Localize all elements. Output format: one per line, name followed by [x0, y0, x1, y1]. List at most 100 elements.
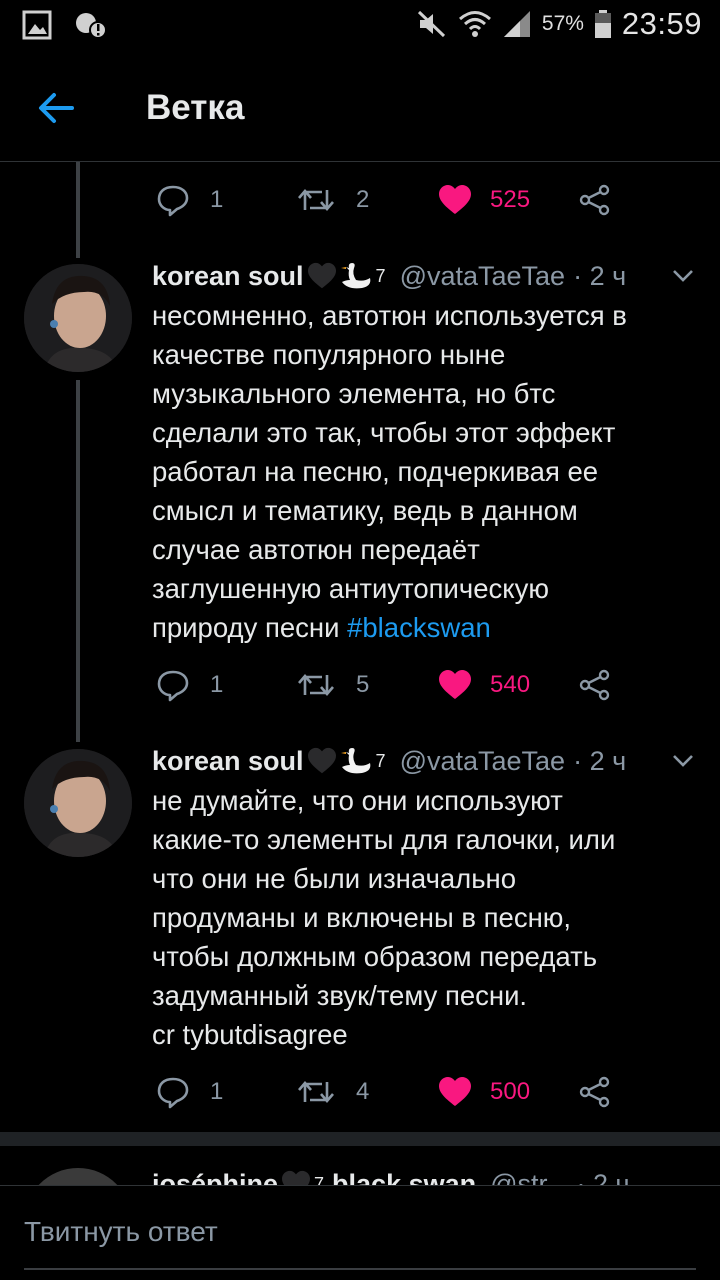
battery-icon — [594, 10, 611, 38]
share-button[interactable] — [578, 665, 612, 705]
text-line: не думайте, что они используют — [152, 785, 563, 816]
text-line: что они не были изначально — [152, 863, 517, 894]
reply-count: 1 — [210, 1078, 224, 1105]
text-line: cr tybutdisagree — [152, 1019, 348, 1050]
like-count: 500 — [490, 1078, 531, 1105]
tweet-text: не думайте, что они используют какие-то … — [152, 781, 697, 1054]
username[interactable]: @vataTaeTae — [400, 746, 566, 777]
tweet-actions: 1 2 525 — [156, 180, 626, 220]
text-segment: природу песни — [152, 612, 340, 643]
heart-filled-icon — [439, 185, 471, 214]
retweet-button[interactable]: 4 — [296, 1072, 369, 1112]
tweet-header: korean soul 7 @vataTaeTae · 2 ч — [152, 258, 696, 294]
retweet-icon — [298, 674, 334, 696]
retweet-count: 2 — [356, 186, 370, 213]
retweet-count: 4 — [356, 1078, 370, 1105]
reply-button[interactable]: 1 — [156, 180, 223, 220]
reply-icon — [157, 670, 189, 702]
reply-button[interactable]: 1 — [156, 1072, 223, 1112]
text-line: смысл и тематику, ведь в данном — [152, 495, 578, 526]
share-icon — [579, 1076, 610, 1108]
back-arrow-icon[interactable] — [36, 88, 76, 128]
battery-percent: 57% — [541, 12, 584, 35]
reply-button[interactable]: 1 — [156, 665, 223, 705]
like-button[interactable]: 500 — [438, 1072, 530, 1112]
reply-icon — [157, 185, 189, 217]
tweet-actions: 1 5 540 — [156, 665, 626, 705]
reply-composer: Твитнуть ответ — [0, 1185, 720, 1280]
badge-number: 7 — [375, 750, 386, 771]
username[interactable]: @vataTaeTae — [400, 261, 566, 292]
badge-number: 7 — [314, 1173, 325, 1186]
signal-icon — [503, 11, 530, 37]
heart-filled-icon — [439, 670, 471, 699]
tweet-text: несомненно, автотюн используется в качес… — [152, 296, 697, 647]
swan-icon — [340, 748, 370, 774]
username[interactable]: @str... — [490, 1169, 568, 1186]
swan-icon — [340, 263, 370, 289]
black-heart-icon — [307, 747, 336, 774]
text-line: заглушенную антиутопическую — [152, 573, 549, 604]
display-name[interactable]: korean soul — [152, 746, 304, 777]
share-button[interactable] — [578, 180, 612, 220]
reply-input[interactable]: Твитнуть ответ — [24, 1216, 696, 1248]
avatar-image — [24, 264, 132, 372]
retweet-icon — [298, 1081, 334, 1103]
badge-number: 7 — [375, 265, 386, 286]
timestamp: · 2 ч — [573, 745, 627, 776]
avatar[interactable] — [24, 1168, 132, 1185]
avatar[interactable] — [24, 264, 132, 372]
clock: 23:59 — [621, 6, 702, 41]
page-title: Ветка — [146, 88, 245, 127]
tweet[interactable]: korean soul 7 @vataTaeTae · 2 ч не думай… — [0, 743, 720, 1123]
text-line: продуманы и включены в песню, — [152, 902, 572, 933]
notification-alert-icon — [76, 13, 107, 39]
share-icon — [579, 669, 610, 701]
mute-icon — [417, 10, 445, 38]
display-name[interactable]: joséphine — [152, 1169, 278, 1186]
status-bar: 57% 23:59 — [0, 0, 720, 52]
input-underline — [24, 1268, 696, 1270]
avatar[interactable] — [24, 749, 132, 857]
retweet-button[interactable]: 5 — [296, 665, 369, 705]
black-heart-icon — [282, 1170, 311, 1185]
reply-count: 1 — [210, 186, 224, 213]
tweet-header: joséphine 7 black swan @str... · 2 ч — [152, 1166, 696, 1185]
text-line: задуманный звук/тему песни. — [152, 980, 528, 1011]
text-line: чтобы должным образом передать — [152, 941, 598, 972]
text-line: качестве популярного ныне — [152, 339, 506, 370]
text-line: случае автотюн передаёт — [152, 534, 480, 565]
share-button[interactable] — [578, 1072, 612, 1112]
tweet-actions: 1 4 500 — [156, 1072, 626, 1112]
text-line: несомненно, автотюн используется в — [152, 300, 627, 331]
thread-connector-line — [76, 162, 80, 258]
display-name-extra: black swan — [332, 1168, 477, 1186]
gallery-icon — [22, 10, 52, 40]
timestamp: · 2 ч — [576, 1168, 630, 1186]
reply-icon — [157, 1077, 189, 1109]
chevron-down-icon[interactable] — [670, 262, 696, 288]
tweet[interactable]: korean soul 7 @vataTaeTae · 2 ч несомнен… — [0, 258, 720, 720]
retweet-button[interactable]: 2 — [296, 180, 369, 220]
reply-count: 1 — [210, 671, 224, 698]
text-line: сделали это так, чтобы этот эффект — [152, 417, 616, 448]
top-app-bar: Ветка — [0, 52, 720, 162]
like-button[interactable]: 540 — [438, 665, 530, 705]
retweet-count: 5 — [356, 671, 370, 698]
like-button[interactable]: 525 — [438, 180, 530, 220]
text-line: работал на песню, подчеркивая ее — [152, 456, 599, 487]
retweet-icon — [298, 189, 334, 211]
avatar-image — [24, 749, 132, 857]
like-count: 540 — [490, 671, 531, 698]
chevron-down-icon[interactable] — [670, 747, 696, 773]
display-name[interactable]: korean soul — [152, 261, 304, 292]
text-line: какие-то элементы для галочки, или — [152, 824, 616, 855]
like-count: 525 — [490, 186, 531, 213]
tweet-header: korean soul 7 @vataTaeTae · 2 ч — [152, 743, 696, 779]
hashtag-link[interactable]: #blackswan — [347, 612, 491, 643]
heart-filled-icon — [439, 1077, 471, 1106]
share-icon — [579, 184, 610, 216]
timestamp: · 2 ч — [573, 260, 627, 291]
tweet[interactable]: joséphine 7 black swan @str... · 2 ч — [0, 1160, 720, 1185]
black-heart-icon — [307, 262, 336, 289]
